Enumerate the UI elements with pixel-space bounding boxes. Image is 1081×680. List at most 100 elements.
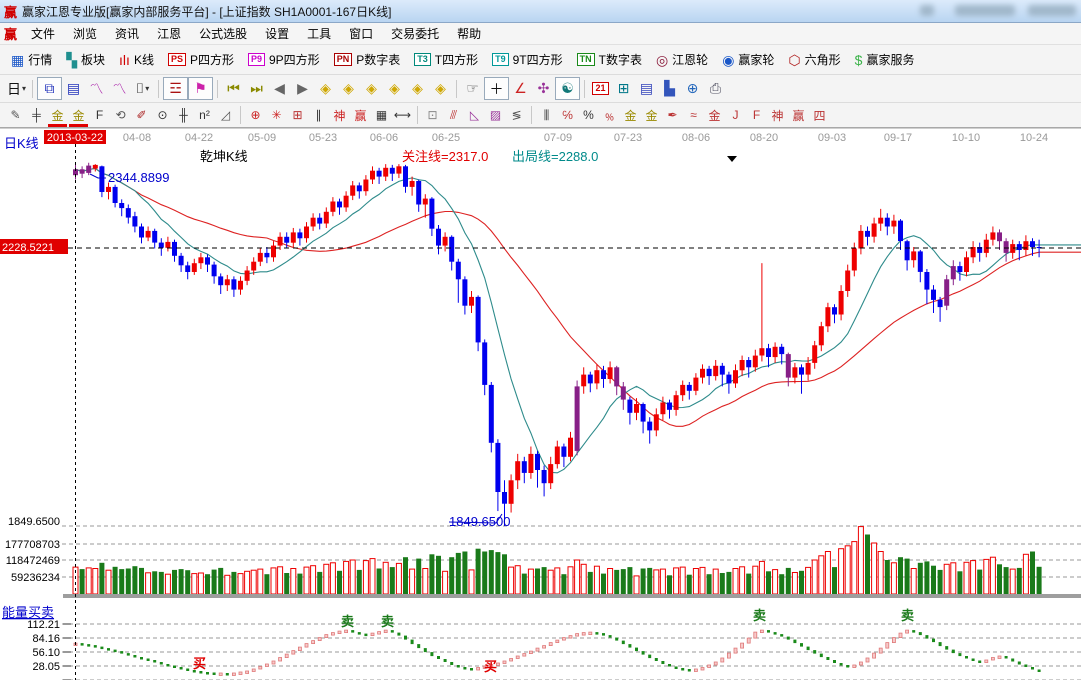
energy-axis-label: 112.21	[27, 619, 60, 631]
parallel-icon[interactable]: ∥	[308, 106, 329, 125]
fence-icon[interactable]: ╫	[173, 106, 194, 125]
gold-angle-icon[interactable]: 金	[704, 106, 725, 125]
menu-item[interactable]: 工具	[298, 23, 340, 44]
diamond-star-icon[interactable]: ◈	[406, 78, 429, 99]
pencil-icon[interactable]: ✎	[5, 106, 26, 125]
grid123-icon[interactable]: ▦	[371, 106, 392, 125]
gold-circle-icon[interactable]: 金	[620, 106, 641, 125]
sell-marker: 卖	[341, 614, 354, 629]
kline-chart-svg[interactable]: 2013-03-2204-0804-2205-0905-2306-0606-25…	[0, 128, 1081, 680]
diamond-shrink-icon[interactable]: ◈	[383, 78, 406, 99]
moire-icon[interactable]: ▨	[485, 106, 506, 125]
t-digit-table-button[interactable]: TNT数字表	[570, 48, 649, 71]
fan-shade-icon[interactable]: ◺	[464, 106, 485, 125]
t-square-button[interactable]: T3T四方形	[407, 48, 485, 71]
j-angle-icon[interactable]: J	[725, 106, 746, 125]
pane-splitter[interactable]	[63, 594, 1081, 598]
width-arrows-icon[interactable]: ⟷	[392, 106, 413, 125]
shen-tool-icon[interactable]: 神	[329, 106, 350, 125]
ying-tool-icon[interactable]: 赢	[350, 106, 371, 125]
crosshair-tool-icon[interactable]: ＋	[484, 77, 509, 100]
kline-button[interactable]: ılıK线	[112, 48, 161, 71]
gold-line2-icon[interactable]: 金	[641, 106, 662, 125]
percent-line-icon[interactable]: ﹪	[599, 106, 620, 125]
quotes-button-label: 行情	[28, 51, 52, 68]
menu-item[interactable]: 窗口	[340, 23, 382, 44]
sectors-button[interactable]: ▚板块	[59, 48, 112, 71]
frame-tool-icon[interactable]: ⊡	[422, 106, 443, 125]
web-grid-icon[interactable]: ⊞	[287, 106, 308, 125]
gann-draw-icon[interactable]: ✣	[532, 78, 555, 99]
qiankun-kline-icon[interactable]: ☲	[163, 77, 188, 100]
wave9-icon[interactable]: 〽	[108, 78, 131, 99]
n-squared-icon[interactable]: n²	[194, 106, 215, 125]
compass-icon[interactable]: ⊙	[152, 106, 173, 125]
diamond-expand-icon[interactable]: ◈	[360, 78, 383, 99]
bow-tool-icon[interactable]: ⟲	[110, 106, 131, 125]
gold-segment1-icon[interactable]: 金	[47, 106, 68, 125]
9t-square-button[interactable]: T99T四方形	[485, 48, 570, 71]
percent-slash-icon[interactable]: ℅	[557, 106, 578, 125]
notes-icon[interactable]: ▤	[635, 78, 658, 99]
winner-wheel-button-icon: ◉	[722, 53, 734, 67]
shen-tool-icon-glyph: 神	[333, 107, 345, 124]
calendar-icon[interactable]: 21	[589, 78, 612, 99]
menu-item[interactable]: 交易委托	[382, 23, 448, 44]
menu-item[interactable]: 设置	[256, 23, 298, 44]
quotes-button[interactable]: ▦行情	[4, 48, 59, 71]
candle-type-dropdown[interactable]: ⌷▾	[131, 78, 154, 99]
red-pencil-icon[interactable]: ✐	[131, 106, 152, 125]
pattern-zoom-icon[interactable]: ⧉	[37, 77, 62, 100]
gold-line2-icon-glyph: 金	[645, 107, 657, 124]
menu-item[interactable]: 浏览	[64, 23, 106, 44]
zigzag-icon[interactable]: ≶	[506, 106, 527, 125]
menu-item[interactable]: 公式选股	[190, 23, 256, 44]
next-icon[interactable]: ▶	[291, 78, 314, 99]
percent-icon[interactable]: %	[578, 106, 599, 125]
wave3-icon[interactable]: 〽	[85, 78, 108, 99]
period-day-dropdown[interactable]: 日▾	[5, 78, 28, 99]
shen-angle-icon[interactable]: 神	[767, 106, 788, 125]
9p-square-button[interactable]: P99P四方形	[241, 48, 327, 71]
save-icon[interactable]: ▙	[658, 78, 681, 99]
grid-lines-icon[interactable]: ╪	[26, 106, 47, 125]
p-digit-table-button[interactable]: PNP数字表	[327, 48, 408, 71]
gann-wheel-button[interactable]: ◎江恩轮	[649, 48, 715, 71]
diamond-plus-icon[interactable]: ◈	[429, 78, 452, 99]
gold-segment2-icon[interactable]: 金	[68, 106, 89, 125]
diamond-left-icon[interactable]: ◈	[314, 78, 337, 99]
ying-angle-icon[interactable]: 赢	[788, 106, 809, 125]
globe-icon[interactable]: ⊕	[681, 78, 704, 99]
calculator-icon[interactable]: ⊞	[612, 78, 635, 99]
energy-flag-icon[interactable]: ⚑	[188, 77, 213, 100]
f-tool-icon[interactable]: F	[89, 106, 110, 125]
menu-item[interactable]: 文件	[22, 23, 64, 44]
chart-area[interactable]: 2013-03-2204-0804-2205-0905-2306-0606-25…	[0, 128, 1081, 680]
target-cross-icon[interactable]: ⊕	[245, 106, 266, 125]
menu-item[interactable]: 江恩	[148, 23, 190, 44]
prev-icon[interactable]: ◀	[268, 78, 291, 99]
hand-tool-icon[interactable]: ☞	[461, 78, 484, 99]
angle-measure-icon[interactable]: ∠	[509, 78, 532, 99]
rays-icon[interactable]: ⫻	[443, 106, 464, 125]
menu-item[interactable]: 帮助	[448, 23, 490, 44]
four-angle-icon[interactable]: 四	[809, 106, 830, 125]
last-page-icon[interactable]: ⏭	[245, 78, 268, 99]
f-angle-icon[interactable]: F	[746, 106, 767, 125]
hexagon-button[interactable]: ⬡六角形	[781, 48, 847, 71]
info-panel-icon[interactable]: ▤	[62, 78, 85, 99]
printer-icon[interactable]: ⎙	[704, 78, 727, 99]
wave-channel-icon[interactable]: ≈	[683, 106, 704, 125]
diamond-right-icon[interactable]: ◈	[337, 78, 360, 99]
first-page-icon[interactable]: ⏮	[222, 78, 245, 99]
winner-wheel-button[interactable]: ◉赢家轮	[715, 48, 781, 71]
brush-angle-icon[interactable]: ✒	[662, 106, 683, 125]
brain-tool-icon[interactable]: ☯	[555, 77, 580, 100]
menu-item[interactable]: 资讯	[106, 23, 148, 44]
winner-service-button[interactable]: $赢家服务	[848, 48, 922, 71]
star-web-icon[interactable]: ✳	[266, 106, 287, 125]
scale-ruler-icon[interactable]: ⫼	[536, 106, 557, 125]
gold-angle-icon-glyph: 金	[708, 107, 720, 124]
p-square-button[interactable]: PSP四方形	[161, 48, 241, 71]
mirror-angle-icon[interactable]: ◿	[215, 106, 236, 125]
